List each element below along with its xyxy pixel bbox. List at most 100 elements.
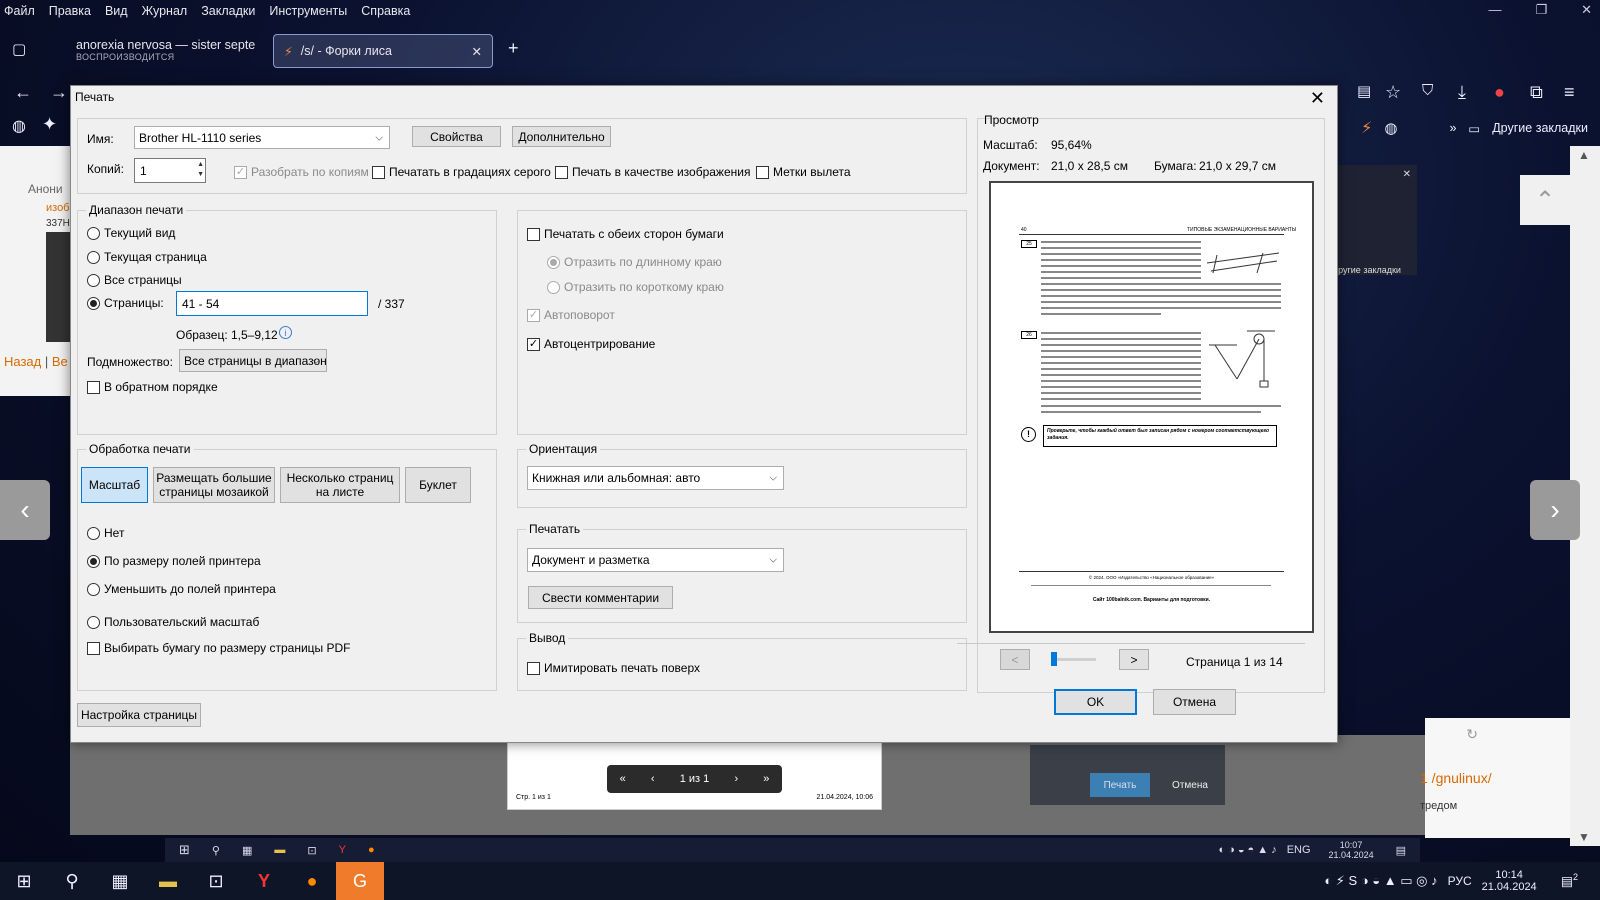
inner-yandex-icon[interactable]: Y [339,844,346,856]
page-setup-button[interactable]: Настройка страницы [77,703,201,727]
scale-fit-radio[interactable] [87,555,100,568]
cancel-button[interactable]: Отмена [1153,689,1236,715]
bg-prev-button[interactable]: ‹ [651,773,655,785]
close-window-icon[interactable]: ✕ [1581,2,1592,18]
multiple-pages-tab[interactable]: Несколько страниц на листе [280,467,400,503]
download-icon[interactable]: ⤓ [1458,82,1466,103]
minimize-icon[interactable]: — [1488,2,1501,18]
tab-list-icon[interactable]: ▢ [12,40,26,58]
scale-none-radio[interactable] [87,527,100,540]
copies-input[interactable]: 1 ▲ ▼ [134,158,206,183]
orientation-select[interactable]: Книжная или альбомная: авто ⌵ [527,466,784,490]
other-bookmarks[interactable]: Другие закладки [1492,121,1588,135]
summarize-comments-button[interactable]: Свести комментарии [528,586,673,609]
as-image-checkbox[interactable] [555,166,568,179]
menu-file[interactable]: Файл [4,4,35,18]
firefox-icon[interactable]: ● [288,862,336,900]
notification-center-icon[interactable]: ▤2 [1561,872,1578,889]
menu-edit[interactable]: Правка [49,4,91,18]
dialog-close-icon[interactable]: ✕ [1310,88,1325,109]
grayscale-checkbox[interactable] [372,166,385,179]
lightning-bookmark-icon[interactable]: ⚡ [1361,118,1372,138]
input-language[interactable]: РУС [1448,874,1472,888]
search-icon[interactable]: ⚲ [48,862,96,900]
bg-cancel-button[interactable]: Отмена [1160,773,1220,797]
tab-close-icon[interactable]: ✕ [472,44,482,59]
tab-2[interactable]: ⚡ /s/ - Форки лиса ✕ [273,34,493,68]
printer-select[interactable]: Brother HL-1110 series ⌵ [134,126,390,149]
inner-store-icon[interactable]: ⊡ [307,844,316,857]
autorotate-checkbox[interactable]: ✓ [527,309,540,322]
autocenter-checkbox[interactable]: ✓ [527,338,540,351]
menu-view[interactable]: Вид [105,4,128,18]
info-icon[interactable]: i [279,326,292,339]
preview-slider-thumb[interactable] [1051,652,1057,666]
hamburger-menu-icon[interactable]: ≡ [1564,82,1575,103]
inner-start-icon[interactable]: ⊞ [179,842,190,858]
scale-shrink-radio[interactable] [87,583,100,596]
star-icon[interactable]: ☆ [1385,82,1401,103]
long-edge-radio[interactable] [547,256,560,269]
foxit-icon[interactable]: G [336,862,384,900]
yandex-icon[interactable]: Y [240,862,288,900]
bg-back-link[interactable]: Назад [4,354,41,369]
short-edge-radio[interactable] [547,281,560,294]
spinner-icon[interactable]: ▲ ▼ [197,160,204,180]
clock[interactable]: 10:14 21.04.2024 [1482,869,1537,893]
bg-thumbnail[interactable] [46,232,72,342]
tab-1[interactable]: anorexia nervosa — sister septe ВОСПРОИЗ… [66,34,266,68]
properties-button[interactable]: Свойства [412,126,501,147]
globe-bookmark-icon[interactable]: ◍ [1384,119,1397,137]
file-explorer-icon[interactable]: ▬ [144,862,192,900]
bg-next-button[interactable]: › [734,773,738,785]
menu-bookmarks[interactable]: Закладки [201,4,255,18]
scroll-up-icon[interactable]: ▲ [1578,148,1590,162]
slider-prev-button[interactable]: ‹ [0,480,50,540]
reader-icon[interactable]: ▤ [1357,82,1371,100]
extensions-icon[interactable]: ⧉ [1530,82,1543,103]
scroll-down-icon[interactable]: ▼ [1578,830,1590,844]
bg-next-link[interactable]: Ве [52,354,68,369]
slider-next-button[interactable]: › [1530,480,1580,540]
subset-select[interactable]: Все страницы в диапазоне ⌵ [179,349,327,372]
choose-paper-checkbox[interactable] [87,642,100,655]
menu-help[interactable]: Справка [361,4,410,18]
new-tab-icon[interactable]: + [508,38,519,59]
advanced-button[interactable]: Дополнительно [512,126,611,147]
preview-next-button[interactable]: > [1119,649,1149,670]
both-sides-checkbox[interactable] [527,228,540,241]
booklet-tab[interactable]: Буклет [405,467,471,503]
reverse-order-checkbox[interactable] [87,381,100,394]
refresh-icon[interactable]: ↻ [1466,726,1478,743]
sparkle-icon[interactable]: ✦ [42,114,57,135]
print-what-select[interactable]: Документ и разметка ⌵ [527,548,784,572]
simulate-overprint-checkbox[interactable] [527,662,540,675]
inner-taskview-icon[interactable]: ▦ [242,844,252,857]
menu-history[interactable]: Журнал [142,4,188,18]
ok-button[interactable]: OK [1054,689,1137,715]
range-current-view-radio[interactable] [87,227,100,240]
scroll-top-icon[interactable]: ⌃ [1520,175,1570,225]
range-current-page-radio[interactable] [87,251,100,264]
bg-label-image[interactable]: изоб [46,202,69,214]
bg-board-link[interactable]: 1 /gnulinux/ [1420,770,1492,786]
task-view-icon[interactable]: ▦ [96,862,144,900]
bg-first-button[interactable]: « [620,773,626,785]
restore-icon[interactable]: ❐ [1535,2,1547,18]
menu-tools[interactable]: Инструменты [269,4,347,18]
inner-lang[interactable]: ENG [1287,844,1311,856]
inner-clock[interactable]: 10:07 21.04.2024 [1329,840,1374,860]
overlay-close-icon[interactable]: ✕ [1403,169,1411,180]
inner-search-icon[interactable]: ⚲ [212,844,220,857]
preview-slider-track[interactable] [1051,652,1096,666]
start-icon[interactable]: ⊞ [0,862,48,900]
inner-firefox-icon[interactable]: ● [368,844,375,856]
pages-input[interactable]: 41 - 54 [176,291,368,316]
chevron-more-icon[interactable]: » [1449,121,1456,135]
inner-notification-icon[interactable]: ▤ [1396,844,1406,857]
preview-prev-button[interactable]: < [1000,649,1030,670]
bg-print-button[interactable]: Печать [1090,773,1150,797]
tile-tab[interactable]: Размещать большие страницы мозаикой [153,467,275,503]
back-icon[interactable]: ← [14,82,32,103]
extension-avatar-icon[interactable]: ● [1494,82,1505,103]
